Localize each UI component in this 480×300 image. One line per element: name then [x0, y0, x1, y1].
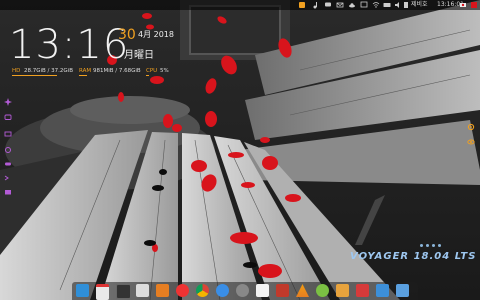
user-name[interactable]: 제비호 [411, 1, 428, 9]
hd-label: HD [12, 68, 21, 74]
keyboard-icon[interactable] [383, 1, 391, 9]
flag-icon[interactable] [459, 1, 467, 9]
top-panel: 제비호 13:16:01 [0, 0, 480, 10]
terminal-icon[interactable] [116, 284, 131, 299]
clock-weekday: 月曜日 [124, 50, 154, 61]
gear-icon[interactable] [467, 123, 475, 131]
ram-label: RAM [79, 68, 92, 74]
photos-icon[interactable] [156, 284, 169, 297]
mail-client-icon[interactable] [216, 284, 229, 297]
downloads-icon[interactable] [336, 284, 349, 297]
mail-icon[interactable] [4, 130, 12, 138]
hd-value: 28.7GiB / 37.2GiB [24, 68, 73, 74]
page-dot[interactable] [438, 244, 441, 247]
documents-icon[interactable] [256, 284, 269, 297]
chat-icon[interactable] [324, 1, 332, 9]
folder-icon[interactable] [4, 188, 12, 196]
battery-icon[interactable] [402, 1, 410, 9]
clock-month-year: 4月 2018 [138, 30, 174, 39]
files-icon[interactable] [76, 284, 89, 297]
video-player-icon[interactable] [276, 284, 289, 297]
page-indicator[interactable] [420, 232, 444, 251]
cpu-value: 5% [160, 68, 169, 74]
terminal-icon[interactable] [4, 174, 12, 182]
clock-day: 30 [118, 27, 136, 43]
eye-icon[interactable] [467, 138, 475, 146]
power-icon[interactable] [470, 1, 478, 9]
cpu-usage-bar [146, 75, 149, 76]
android-icon[interactable] [316, 284, 329, 297]
cloud-icon[interactable] [348, 1, 356, 9]
hd-usage-bar [12, 75, 57, 76]
cpu-label: CPU [146, 68, 158, 74]
chrome-icon[interactable] [196, 284, 209, 297]
vlc-icon[interactable] [296, 284, 309, 297]
dock [72, 282, 418, 300]
page-dot[interactable] [426, 244, 429, 247]
volume-icon[interactable] [394, 1, 402, 9]
wifi-icon[interactable] [372, 1, 380, 9]
chat-icon[interactable] [4, 114, 12, 122]
ram-value: 981MiB / 7.68GiB [93, 68, 141, 74]
text-editor-icon[interactable] [136, 284, 149, 297]
clock-time: 13:16 [9, 22, 130, 68]
branding-text: VOYAGER 18.04 LTS [350, 251, 477, 262]
game-icon[interactable] [4, 160, 12, 168]
network-icon[interactable] [360, 1, 368, 9]
desktop: 제비호 13:16:01 13:16 30 4月 2018 月曜日 HD 28.… [0, 0, 480, 300]
web-browser-icon[interactable] [176, 284, 189, 297]
page-dot[interactable] [420, 244, 423, 247]
app-icon[interactable] [298, 1, 306, 9]
page-dot[interactable] [432, 244, 435, 247]
airplane-icon[interactable] [4, 98, 12, 106]
image-viewer-icon[interactable] [396, 284, 409, 297]
trash-icon[interactable] [356, 284, 369, 297]
settings-icon[interactable] [4, 146, 12, 154]
settings-icon[interactable] [236, 284, 249, 297]
folder-icon[interactable] [376, 284, 389, 297]
music-icon[interactable] [312, 1, 320, 9]
ram-usage-bar [79, 75, 87, 76]
mail-icon[interactable] [336, 1, 344, 9]
calendar-icon[interactable] [96, 284, 109, 300]
